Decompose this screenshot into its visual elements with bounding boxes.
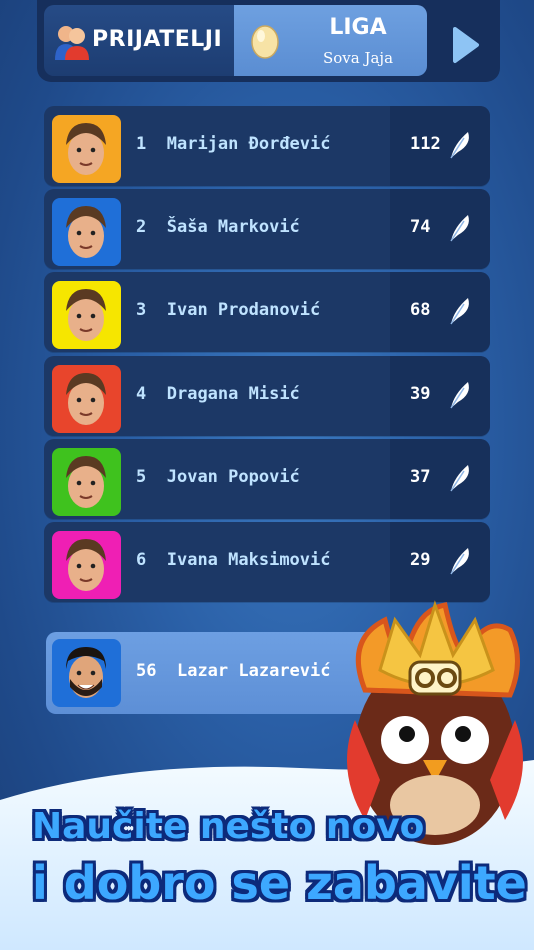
friends-icon [55,26,89,60]
egg-icon [251,25,279,59]
current-user-rank-name: 56 Lazar Lazarević [136,661,331,681]
avatar [52,198,121,266]
avatar [52,115,121,183]
player-score: 74 [410,217,431,237]
next-arrow-icon[interactable] [452,26,480,64]
league-tab-subtitle: Sova Jaja [322,49,394,67]
league-tab-title: LIGA [329,15,387,40]
player-score: 112 [410,134,441,154]
feather-icon [450,298,469,325]
tab-league[interactable]: LIGA Sova Jaja [234,5,427,76]
leaderboard-row[interactable]: 1 Marijan Đorđević 112 [44,106,490,186]
leaderboard-row[interactable]: 2 Šaša Marković 74 [44,189,490,269]
player-score: 68 [410,300,431,320]
leaderboard-row[interactable]: 6 Ivana Maksimović 29 [44,522,490,602]
slogan-line-2: i dobro se zabavite [32,856,527,910]
player-rank-name: 3 Ivan Prodanović [136,300,321,320]
leaderboard-row[interactable]: 4 Dragana Misić 39 [44,356,490,436]
current-user-row[interactable]: 56 Lazar Lazarević [46,632,376,714]
player-rank-name: 5 Jovan Popović [136,467,300,487]
leaderboard-row[interactable]: 5 Jovan Popović 37 [44,439,490,519]
leaderboard-row[interactable]: 3 Ivan Prodanović 68 [44,272,490,352]
feather-icon [450,465,469,492]
player-score: 29 [410,550,431,570]
feather-icon [450,132,469,159]
friends-tab-label: PRIJATELJI [92,27,223,52]
player-rank-name: 4 Dragana Misić [136,384,300,404]
avatar [52,531,121,599]
slogan-line-1: Naučite nešto novo [32,806,425,847]
avatar [52,365,121,433]
feather-icon [450,215,469,242]
player-rank-name: 2 Šaša Marković [136,217,300,237]
player-score: 39 [410,384,431,404]
feather-icon [450,382,469,409]
player-score: 37 [410,467,431,487]
tab-friends[interactable]: PRIJATELJI [44,5,234,76]
avatar [52,281,121,349]
avatar [52,639,121,707]
avatar [52,448,121,516]
feather-icon [450,548,469,575]
player-rank-name: 1 Marijan Đorđević [136,134,331,154]
player-rank-name: 6 Ivana Maksimović [136,550,331,570]
